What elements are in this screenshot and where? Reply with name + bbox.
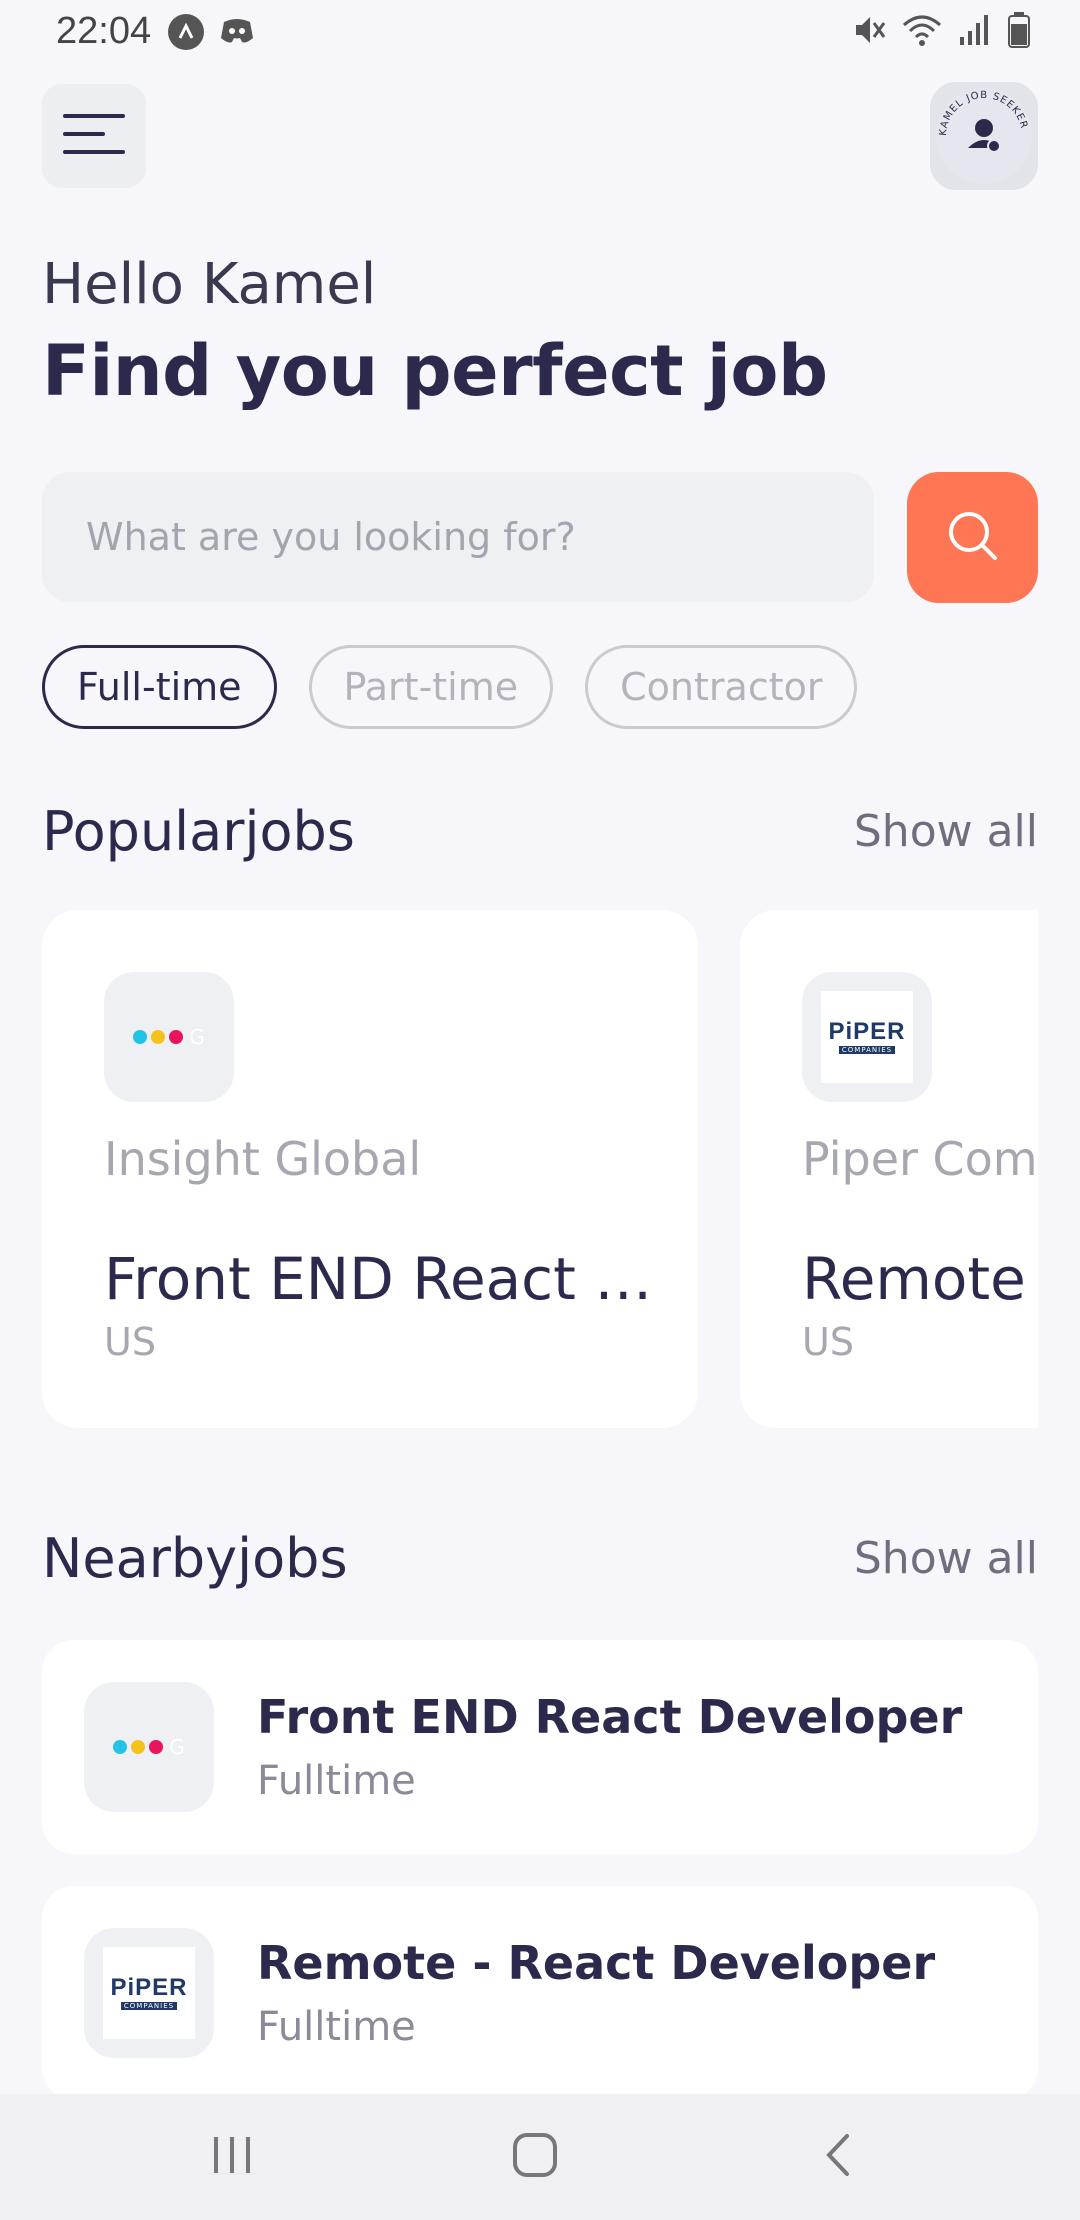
job-type-filters: Full-time Part-time Contractor [42, 645, 858, 729]
popular-job-card[interactable]: G Insight Global Front END React Develop… [42, 910, 698, 1428]
filter-part-time[interactable]: Part-time [308, 645, 554, 729]
popular-jobs-carousel[interactable]: G Insight Global Front END React Develop… [42, 910, 1038, 1430]
company-logo-piper: PiPER COMPANIES [802, 972, 932, 1102]
signal-icon [958, 13, 992, 47]
system-nav-bar [0, 2094, 1080, 2220]
greeting: Hello Kamel [42, 252, 377, 317]
nearby-job-card[interactable]: PiPER COMPANIES Remote - React Developer… [42, 1886, 1038, 2100]
status-time: 22:04 [56, 10, 152, 52]
nearby-jobs-title: Nearbyjobs [42, 1527, 348, 1590]
wifi-icon [902, 13, 942, 47]
job-title: Remote - React Developer [802, 1245, 1038, 1313]
recent-apps-icon [210, 2135, 254, 2179]
mute-icon [852, 13, 886, 47]
search-icon [945, 508, 1001, 568]
profile-badge-icon: KAMEL JOB SEEKER [936, 88, 1032, 184]
company-logo-insight-global: G [104, 972, 234, 1102]
battery-icon [1008, 12, 1030, 48]
avatar[interactable]: KAMEL JOB SEEKER [930, 82, 1038, 190]
job-country: US [802, 1320, 854, 1364]
home-button[interactable] [455, 2094, 615, 2220]
search-field-container [42, 472, 874, 602]
filter-full-time[interactable]: Full-time [42, 645, 277, 729]
discord-icon [220, 16, 254, 48]
popular-show-all-link[interactable]: Show all [854, 806, 1038, 857]
search-button[interactable] [907, 472, 1038, 603]
status-bar: 22:04 [0, 0, 1080, 66]
app-notification-icon [168, 14, 204, 50]
job-title: Front END React Developer [257, 1690, 963, 1744]
page-title: Find you perfect job [42, 330, 828, 412]
back-icon [823, 2132, 853, 2182]
company-logo-piper: PiPER COMPANIES [84, 1928, 214, 2058]
menu-button[interactable] [42, 84, 146, 188]
company-logo-insight-global: G [84, 1682, 214, 1812]
job-country: US [104, 1320, 156, 1364]
search-input[interactable] [84, 514, 874, 560]
hamburger-menu-icon [63, 112, 125, 160]
back-button[interactable] [758, 2094, 918, 2220]
job-title: Remote - React Developer [257, 1936, 936, 1990]
nearby-show-all-link[interactable]: Show all [854, 1533, 1038, 1584]
job-type: Fulltime [257, 2004, 416, 2050]
filter-contractor[interactable]: Contractor [585, 645, 858, 729]
nearby-job-card[interactable]: G Front END React Developer Fulltime [42, 1640, 1038, 1854]
home-icon [512, 2132, 558, 2182]
job-type: Fulltime [257, 1758, 416, 1804]
recent-apps-button[interactable] [152, 2094, 312, 2220]
company-name: Insight Global [104, 1132, 422, 1186]
popular-jobs-title: Popularjobs [42, 800, 355, 863]
popular-job-card[interactable]: PiPER COMPANIES Piper Companies Remote -… [740, 910, 1038, 1428]
company-name: Piper Companies [802, 1132, 1038, 1186]
job-title: Front END React Developer [104, 1245, 664, 1313]
